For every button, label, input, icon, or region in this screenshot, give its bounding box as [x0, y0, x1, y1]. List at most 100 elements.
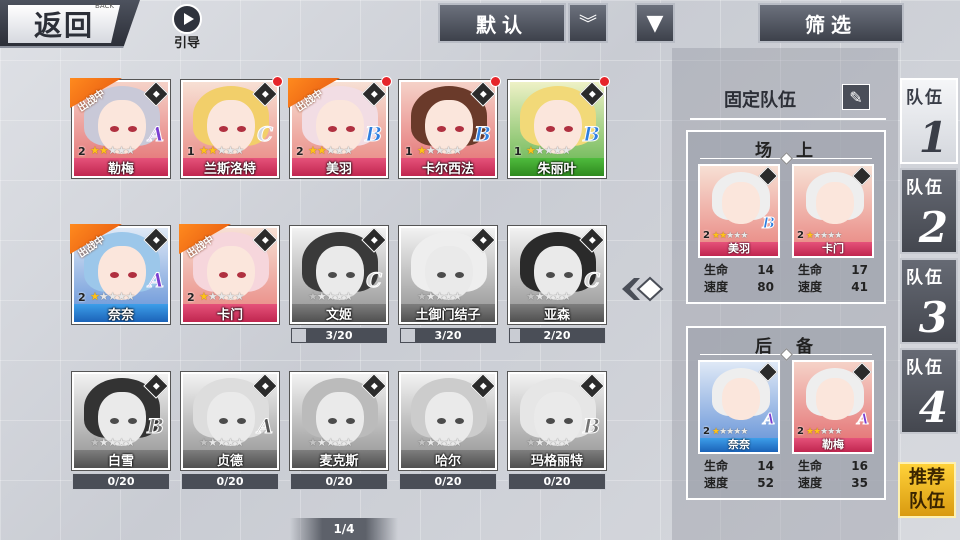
speed-label: 速度 — [798, 280, 823, 294]
shard-progress: 0/20 — [399, 473, 497, 490]
character-card[interactable]: ◆ 1 ★★★★★ B 朱丽叶 — [508, 76, 610, 202]
shard-progress-label: 3/20 — [325, 329, 353, 342]
shard-progress: 0/20 — [72, 473, 170, 490]
hp-value: 17 — [851, 263, 868, 277]
rank-label: A — [857, 410, 870, 429]
level-label: 1 — [187, 145, 195, 158]
guide-label: 引导 — [173, 36, 200, 51]
notification-dot-icon — [272, 76, 283, 87]
member-stats: 生命 16 速度 35 — [798, 458, 868, 492]
rank-label: C — [584, 268, 601, 293]
character-name: 白雪 — [74, 450, 168, 468]
character-name: 勒梅 — [74, 158, 168, 176]
star-rating: ★★★★★ — [526, 290, 571, 303]
hp-value: 14 — [757, 459, 774, 473]
character-name: 朱丽叶 — [510, 158, 604, 176]
team-tab-2[interactable]: 队伍 2 — [900, 168, 958, 254]
speed-label: 速度 — [704, 280, 729, 294]
character-name: 亚森 — [510, 304, 604, 322]
star-rating: ★★★★★ — [308, 144, 353, 157]
member-portrait: 2 ★★★★★ B 美羽 — [698, 164, 780, 258]
team-tab-number: 2 — [918, 203, 948, 252]
level-label: 2 — [78, 145, 86, 158]
team-member-card[interactable]: 2 ★★★★★ B 美羽 — [698, 164, 780, 258]
character-name: 贞德 — [183, 450, 277, 468]
sort-dropdown[interactable]: 默认 — [438, 3, 566, 43]
chevron-down-icon: ︾ — [579, 14, 597, 35]
team-tab-number: 1 — [918, 113, 948, 162]
speed-value: 35 — [851, 476, 868, 490]
team-member-card[interactable]: 2 ★★★★★ 卡门 — [792, 164, 874, 258]
member-name: 卡门 — [794, 242, 872, 256]
team-tab-4[interactable]: 队伍 4 — [900, 348, 958, 434]
shard-progress-label: 0/20 — [325, 475, 353, 488]
character-name: 土御门结子 — [401, 304, 495, 322]
star-rating: ★★★★★ — [90, 290, 135, 303]
shard-progress-label: 0/20 — [543, 475, 571, 488]
character-card[interactable]: ◆ 2 ★★★★★ A 勒梅 出战中 — [70, 78, 170, 202]
team-tab-number: 4 — [918, 383, 948, 432]
rank-label: B — [147, 414, 165, 439]
back-label: 返回 — [33, 9, 94, 42]
star-rating: ★★★★★ — [90, 144, 135, 157]
rank-label: A — [257, 414, 274, 439]
star-rating: ★★★★★ — [712, 427, 748, 437]
level-label: 1 — [514, 145, 522, 158]
hp-label: 生命 — [704, 459, 729, 473]
level-label: 1 — [405, 145, 413, 158]
character-card[interactable]: ◆ ★★★★★ A 贞德 0/20 — [181, 372, 279, 494]
page-indicator: 1/4 — [290, 518, 398, 540]
member-portrait: 2 ★★★★★ 卡门 — [792, 164, 874, 258]
level-label: 2 — [78, 291, 86, 304]
divider — [690, 118, 886, 120]
speed-label: 速度 — [704, 476, 729, 490]
character-card[interactable]: ◆ ★★★★★ 土御门结子 3/20 — [399, 226, 497, 348]
character-card[interactable]: ◆ 2 ★★★★★ A 奈奈 出战中 — [70, 224, 170, 348]
star-rating: ★★★★★ — [417, 144, 462, 157]
star-rating: ★★★★★ — [806, 231, 842, 241]
shard-progress-label: 3/20 — [434, 329, 462, 342]
character-card[interactable]: ◆ 2 ★★★★★ B 美羽 出战中 — [288, 76, 392, 202]
filter-button[interactable]: 筛选 — [758, 3, 904, 43]
shard-progress: 0/20 — [181, 473, 279, 490]
character-card[interactable]: ◆ ★★★★★ 哈尔 0/20 — [399, 372, 497, 494]
character-card[interactable]: ◆ ★★★★★ C 亚森 2/20 — [508, 226, 606, 348]
character-name: 麦克斯 — [292, 450, 386, 468]
member-name: 美羽 — [700, 242, 778, 256]
sort-chevron-button[interactable]: ︾ — [568, 3, 608, 43]
star-rating: ★★★★★ — [806, 427, 842, 437]
hp-value: 14 — [757, 263, 774, 277]
character-portrait: ◆ ★★★★★ C 文姬 — [290, 226, 388, 324]
character-card[interactable]: ◆ ★★★★★ 麦克斯 0/20 — [290, 372, 388, 494]
shard-progress: 0/20 — [508, 473, 606, 490]
rank-label: A — [148, 268, 165, 293]
character-name: 美羽 — [292, 158, 386, 176]
team-tab-3[interactable]: 队伍 3 — [900, 258, 958, 344]
character-card[interactable]: ◆ 1 ★★★★★ C 兰斯洛特 — [181, 76, 283, 202]
character-portrait: ◆ ★★★★★ 哈尔 — [399, 372, 497, 470]
character-card[interactable]: ◆ 2 ★★★★★ 卡门 出战中 — [179, 224, 279, 348]
character-name: 文姬 — [292, 304, 386, 322]
back-button[interactable]: 返回 BACK — [0, 0, 140, 48]
sort-order-button[interactable]: ▼ — [635, 3, 675, 43]
character-card[interactable]: ◆ 1 ★★★★★ B 卡尔西法 — [399, 76, 501, 202]
level-label: 2 — [187, 291, 195, 304]
team-tab-1[interactable]: 队伍 1 — [900, 78, 958, 164]
team-member-card[interactable]: 2 ★★★★★ A 勒梅 — [792, 360, 874, 454]
character-card[interactable]: ◆ ★★★★★ C 文姬 3/20 — [290, 226, 388, 348]
edit-icon[interactable]: ✎ — [842, 84, 870, 110]
member-name: 奈奈 — [700, 438, 778, 452]
character-card[interactable]: ◆ ★★★★★ B 玛格丽特 0/20 — [508, 372, 606, 494]
character-portrait: ◆ ★★★★★ A 贞德 — [181, 372, 279, 470]
star-rating: ★★★★★ — [308, 290, 353, 303]
shard-progress: 3/20 — [290, 327, 388, 344]
team-member-card[interactable]: 2 ★★★★★ A 奈奈 — [698, 360, 780, 454]
level-label: 2 — [703, 230, 710, 241]
character-card[interactable]: ◆ ★★★★★ B 白雪 0/20 — [72, 372, 170, 494]
shard-progress-label: 2/20 — [543, 329, 571, 342]
rank-label: B — [583, 122, 601, 147]
recommend-team-button[interactable]: 推荐 队伍 — [898, 462, 956, 518]
guide-button[interactable]: 引导 — [165, 4, 209, 51]
character-portrait: ◆ 1 ★★★★★ C 兰斯洛特 — [181, 80, 279, 178]
rank-label: A — [148, 122, 165, 147]
